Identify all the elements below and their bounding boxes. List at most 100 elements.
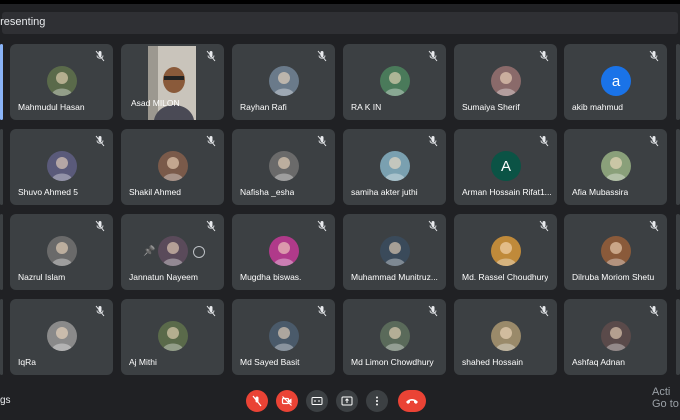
avatar bbox=[269, 321, 299, 351]
leave-call-button[interactable] bbox=[398, 390, 426, 412]
participant-tile[interactable]: Md Limon Chowdhury bbox=[343, 299, 446, 375]
participant-tile[interactable]: samiha akter juthi bbox=[343, 129, 446, 205]
mic-muted-icon bbox=[95, 305, 105, 317]
avatar bbox=[158, 236, 188, 266]
participant-tile[interactable]: Ashfaq Adnan bbox=[564, 299, 667, 375]
mic-off-button[interactable] bbox=[246, 390, 268, 412]
edge-tile[interactable] bbox=[0, 299, 3, 375]
avatar bbox=[491, 66, 521, 96]
watermark-line1: Acti bbox=[652, 386, 671, 398]
participant-tile[interactable]: Sumaiya Sherif bbox=[454, 44, 557, 120]
participant-name: Mahmudul Hasan bbox=[18, 102, 85, 112]
mic-muted-icon bbox=[428, 305, 438, 317]
participant-name: akib mahmud bbox=[572, 102, 624, 112]
participant-tile[interactable]: Shakil Ahmed bbox=[121, 129, 224, 205]
edge-tile[interactable] bbox=[676, 214, 680, 290]
control-bar bbox=[0, 382, 680, 420]
participant-tile[interactable]: Aj Mithi bbox=[121, 299, 224, 375]
mic-muted-icon bbox=[206, 305, 216, 317]
participant-name: Sumaiya Sherif bbox=[462, 102, 520, 112]
participant-tile[interactable]: Md. Rassel Choudhury bbox=[454, 214, 557, 290]
edge-tile-selected[interactable] bbox=[0, 44, 3, 120]
participant-tile[interactable]: Mahmudul Hasan bbox=[10, 44, 113, 120]
mic-muted-icon bbox=[428, 135, 438, 147]
participant-name: Asad MILON bbox=[131, 98, 180, 108]
avatar bbox=[269, 66, 299, 96]
avatar bbox=[601, 151, 631, 181]
top-bar: presenting bbox=[0, 0, 680, 42]
avatar bbox=[601, 236, 631, 266]
presenting-bar[interactable]: presenting bbox=[0, 12, 678, 34]
participant-name: Nafisha _esha bbox=[240, 187, 295, 197]
mic-muted-icon bbox=[317, 305, 327, 317]
participant-name: shahed Hossain bbox=[462, 357, 523, 367]
meeting-details-text: gs bbox=[0, 395, 11, 406]
captions-button[interactable] bbox=[306, 390, 328, 412]
edge-tile[interactable] bbox=[0, 214, 3, 290]
participant-tile[interactable]: Mugdha biswas. bbox=[232, 214, 335, 290]
participant-tile[interactable]: Nazrul Islam bbox=[10, 214, 113, 290]
edge-tile[interactable] bbox=[676, 44, 680, 120]
avatar bbox=[158, 321, 188, 351]
participant-tile[interactable]: Nafisha _esha bbox=[232, 129, 335, 205]
edge-tile[interactable] bbox=[676, 299, 680, 375]
participant-name: Md. Rassel Choudhury bbox=[462, 272, 549, 282]
participant-name: Md Limon Chowdhury bbox=[351, 357, 434, 367]
participant-name: Muhammad Munitruz... bbox=[351, 272, 438, 282]
hang-up-icon bbox=[406, 399, 418, 404]
participant-tile[interactable]: shahed Hossain bbox=[454, 299, 557, 375]
participant-name: Afia Mubassira bbox=[572, 187, 629, 197]
mic-muted-icon bbox=[317, 135, 327, 147]
participant-tile[interactable]: A Arman Hossain Rifat1... bbox=[454, 129, 557, 205]
avatar bbox=[491, 236, 521, 266]
mic-muted-icon bbox=[206, 135, 216, 147]
participant-tile[interactable]: Afia Mubassira bbox=[564, 129, 667, 205]
participant-name: Md Sayed Basit bbox=[240, 357, 300, 367]
more-options-button[interactable] bbox=[366, 390, 388, 412]
participant-tile[interactable]: Md Sayed Basit bbox=[232, 299, 335, 375]
participant-tile[interactable]: Rayhan Rafi bbox=[232, 44, 335, 120]
avatar bbox=[380, 151, 410, 181]
avatar-letter: a bbox=[611, 72, 621, 90]
present-screen-button[interactable] bbox=[336, 390, 358, 412]
participant-tile[interactable]: Asad MILON bbox=[121, 44, 224, 120]
avatar: a bbox=[601, 66, 631, 96]
more-vert-icon bbox=[376, 396, 378, 406]
participant-name: Aj Mithi bbox=[129, 357, 157, 367]
activate-windows-watermark: Acti Go to bbox=[652, 386, 679, 410]
avatar bbox=[47, 236, 77, 266]
avatar-letter: A bbox=[500, 157, 511, 175]
mic-muted-icon bbox=[539, 305, 549, 317]
participant-video bbox=[148, 46, 196, 120]
watermark-line2: Go to bbox=[652, 398, 679, 410]
mic-muted-icon bbox=[206, 220, 216, 232]
top-strip bbox=[0, 0, 680, 4]
participant-tile[interactable]: 📌 Jannatun Nayeem bbox=[121, 214, 224, 290]
participant-tile[interactable]: Shuvo Ahmed 5 bbox=[10, 129, 113, 205]
participant-name: Arman Hossain Rifat1... bbox=[462, 187, 552, 197]
mic-muted-icon bbox=[649, 220, 659, 232]
camera-off-button[interactable] bbox=[276, 390, 298, 412]
mic-off-icon bbox=[252, 395, 262, 407]
edge-tile[interactable] bbox=[676, 129, 680, 205]
participant-name: Shuvo Ahmed 5 bbox=[18, 187, 79, 197]
pin-icon[interactable]: 📌 bbox=[143, 246, 155, 257]
mic-muted-icon bbox=[95, 50, 105, 62]
participant-name: Rayhan Rafi bbox=[240, 102, 287, 112]
avatar bbox=[380, 66, 410, 96]
mic-muted-icon bbox=[428, 50, 438, 62]
participant-tile[interactable]: Muhammad Munitruz... bbox=[343, 214, 446, 290]
edge-tile[interactable] bbox=[0, 129, 3, 205]
participant-tile[interactable]: IqRa bbox=[10, 299, 113, 375]
mic-muted-icon bbox=[317, 50, 327, 62]
avatar bbox=[269, 151, 299, 181]
avatar bbox=[491, 321, 521, 351]
remove-icon[interactable] bbox=[193, 246, 205, 258]
participant-tile[interactable]: RA K IN bbox=[343, 44, 446, 120]
mic-muted-icon bbox=[539, 135, 549, 147]
mic-muted-icon bbox=[95, 135, 105, 147]
participant-tile[interactable]: a akib mahmud bbox=[564, 44, 667, 120]
participant-name: IqRa bbox=[18, 357, 36, 367]
participant-tile[interactable]: Dilruba Moriom Shetu bbox=[564, 214, 667, 290]
avatar bbox=[47, 151, 77, 181]
